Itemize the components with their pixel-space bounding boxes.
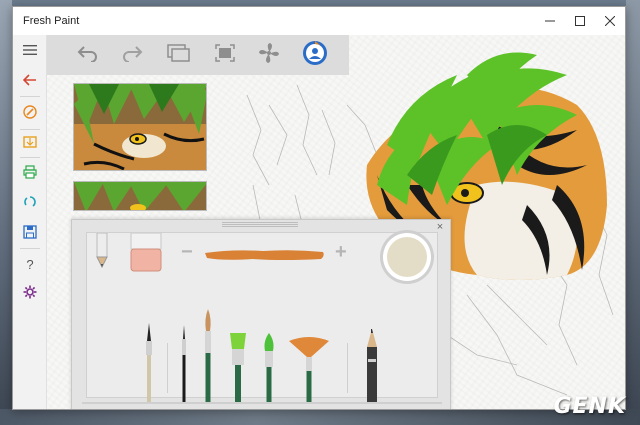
tray-drag-handle[interactable] xyxy=(222,222,298,228)
close-button[interactable] xyxy=(595,7,625,35)
print-icon xyxy=(23,164,37,184)
sidebar: ? xyxy=(13,35,47,409)
save-button[interactable] xyxy=(13,223,47,245)
help-button[interactable]: ? xyxy=(13,253,47,275)
brush-icon xyxy=(22,104,38,125)
increase-size-button[interactable]: + xyxy=(335,241,347,264)
desktop-background-bottom xyxy=(0,409,640,425)
sidebar-divider xyxy=(20,157,40,158)
sidebar-divider xyxy=(20,96,40,97)
thin-brush-tool[interactable] xyxy=(179,325,189,403)
fan-brush-tool[interactable] xyxy=(287,335,331,403)
help-icon: ? xyxy=(26,256,34,272)
fan-dry-icon xyxy=(258,42,280,69)
thin-brush-icon xyxy=(182,325,186,403)
color-swatch-icon xyxy=(380,230,434,284)
brush-divider xyxy=(167,343,168,393)
save-icon xyxy=(23,224,37,244)
back-arrow-icon xyxy=(22,73,37,91)
brush-divider xyxy=(347,343,348,393)
reference-photo-1[interactable] xyxy=(73,83,207,171)
fine-brush-icon xyxy=(146,323,152,403)
redo-button[interactable] xyxy=(119,41,147,69)
artist-profile-button[interactable] xyxy=(301,40,329,71)
tray-tools-panel: − + xyxy=(86,229,438,403)
eraser-icon xyxy=(130,232,162,272)
eraser-tool[interactable] xyxy=(129,232,163,275)
desktop-background-left xyxy=(0,0,12,425)
share-button[interactable] xyxy=(13,193,47,215)
flat-brush-icon xyxy=(230,333,246,403)
flat-brush-tool[interactable] xyxy=(227,333,249,403)
round-green-brush-tool[interactable] xyxy=(261,333,277,403)
canvas-toolbar xyxy=(47,35,349,75)
graphite-pencil-tool[interactable] xyxy=(365,329,379,403)
tiger-photo-image xyxy=(74,84,206,170)
maximize-icon xyxy=(575,16,585,26)
maximize-button[interactable] xyxy=(565,7,595,35)
menu-icon xyxy=(23,43,37,61)
undo-button[interactable] xyxy=(73,41,101,69)
import-button[interactable] xyxy=(13,133,47,155)
reference-photo-2[interactable] xyxy=(73,181,207,211)
paint-tools-tray: × − + xyxy=(71,219,451,409)
sidebar-divider xyxy=(20,129,40,130)
back-button[interactable] xyxy=(13,71,47,93)
pencil-tool[interactable] xyxy=(95,232,109,269)
fit-screen-button[interactable] xyxy=(211,41,239,69)
desktop-background-right xyxy=(626,0,640,425)
fan-brush-icon xyxy=(289,337,329,403)
share-icon xyxy=(23,195,37,214)
color-picker-button[interactable] xyxy=(379,229,435,285)
gear-icon xyxy=(23,285,37,304)
sidebar-divider xyxy=(20,248,40,249)
decrease-size-button[interactable]: − xyxy=(181,241,193,264)
hamburger-menu-button[interactable] xyxy=(13,41,47,63)
print-button[interactable] xyxy=(13,163,47,185)
paint-canvas[interactable]: × − + xyxy=(47,35,625,409)
stroke-preview xyxy=(203,247,327,263)
round-green-brush-icon xyxy=(264,333,274,403)
redo-icon xyxy=(122,44,144,67)
graphite-pencil-icon xyxy=(367,329,377,403)
pencil-brush-tool[interactable] xyxy=(143,323,155,403)
title-bar: Fresh Paint xyxy=(13,7,625,35)
artist-avatar-icon xyxy=(302,40,328,71)
round-brush-icon xyxy=(205,309,211,403)
settings-button[interactable] xyxy=(13,283,47,305)
close-icon xyxy=(605,16,615,26)
dry-fan-button[interactable] xyxy=(255,41,283,69)
tray-footer-line xyxy=(82,402,442,404)
layers-button[interactable] xyxy=(165,41,193,69)
undo-icon xyxy=(76,44,98,67)
genk-watermark-logo: GENK xyxy=(553,394,626,419)
app-window: Fresh Paint ? × − + xyxy=(12,6,626,410)
pencil-icon xyxy=(96,232,108,269)
tiger-photo-image xyxy=(74,182,206,210)
paint-tools-button[interactable] xyxy=(13,103,47,125)
app-title: Fresh Paint xyxy=(23,15,80,27)
minimize-icon xyxy=(545,16,555,26)
fit-screen-icon xyxy=(215,43,235,67)
minimize-button[interactable] xyxy=(535,7,565,35)
import-icon xyxy=(23,135,37,154)
layers-icon xyxy=(167,43,191,67)
round-brush-tool[interactable] xyxy=(201,309,215,403)
